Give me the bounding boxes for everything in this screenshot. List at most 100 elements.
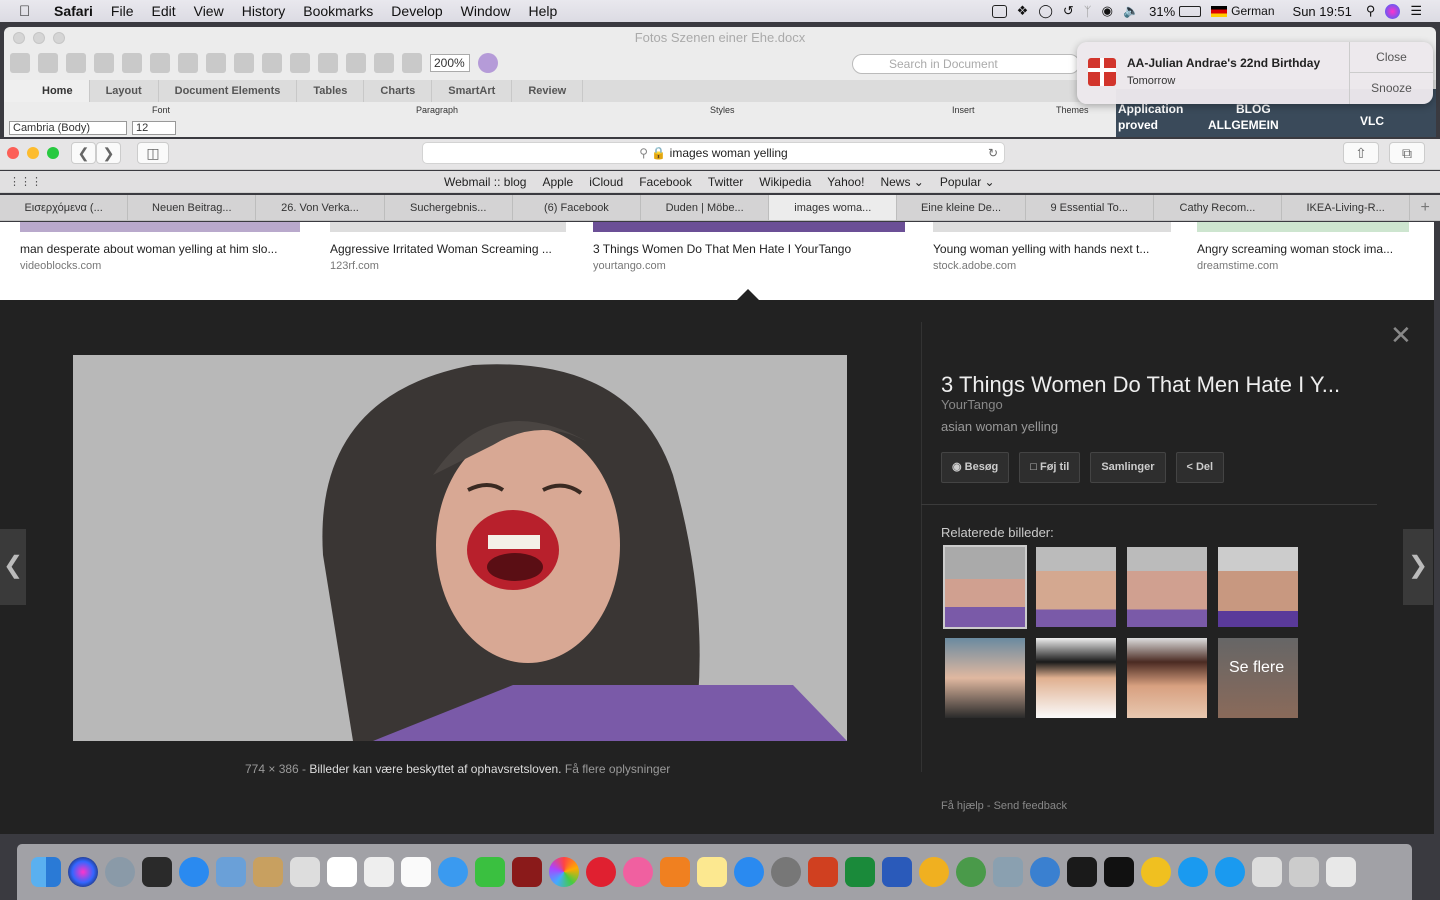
feedback-link[interactable]: Send feedback bbox=[994, 800, 1067, 812]
ribbon-tab-document-elements[interactable]: Document Elements bbox=[159, 80, 298, 102]
ribbon-tab-charts[interactable]: Charts bbox=[364, 80, 433, 102]
toolbox-icon[interactable] bbox=[402, 53, 422, 73]
save-icon[interactable] bbox=[94, 53, 114, 73]
reload-icon[interactable]: ↻ bbox=[988, 143, 998, 164]
undo-icon[interactable] bbox=[262, 53, 282, 73]
image-capture-icon[interactable] bbox=[993, 857, 1023, 887]
new-tab-button[interactable]: + bbox=[1410, 195, 1440, 220]
copy-icon[interactable] bbox=[178, 53, 198, 73]
fav-webmail[interactable]: Webmail :: blog bbox=[444, 175, 526, 189]
result-title[interactable]: Young woman yelling with hands next t... bbox=[933, 242, 1171, 256]
terminal-icon[interactable] bbox=[1104, 857, 1134, 887]
siri-icon[interactable] bbox=[68, 857, 98, 887]
image-title[interactable]: 3 Things Women Do That Men Hate I Y... bbox=[941, 372, 1340, 398]
fav-popular[interactable]: Popular ⌄ bbox=[940, 175, 995, 189]
cut-icon[interactable] bbox=[150, 53, 170, 73]
powerpoint-icon[interactable] bbox=[808, 857, 838, 887]
sidebar-icon[interactable] bbox=[346, 53, 366, 73]
photos-app-icon[interactable] bbox=[364, 857, 394, 887]
skype-icon[interactable] bbox=[1178, 857, 1208, 887]
menu-window[interactable]: Window bbox=[461, 3, 511, 19]
apple-icon[interactable]:  bbox=[19, 3, 39, 20]
result-thumbnail[interactable] bbox=[330, 222, 566, 232]
messages-icon[interactable] bbox=[438, 857, 468, 887]
main-image[interactable] bbox=[73, 355, 847, 741]
related-image[interactable] bbox=[1036, 547, 1116, 627]
tab-item[interactable]: (6) Facebook bbox=[513, 195, 642, 220]
menu-file[interactable]: File bbox=[111, 3, 134, 19]
help-icon[interactable] bbox=[290, 857, 320, 887]
pilcrow-icon[interactable] bbox=[318, 53, 338, 73]
help-link[interactable]: Få hjælp bbox=[941, 800, 984, 812]
result-title[interactable]: man desperate about woman yelling at him… bbox=[20, 242, 300, 256]
menu-develop[interactable]: Develop bbox=[391, 3, 442, 19]
related-image[interactable] bbox=[1218, 547, 1298, 627]
checkbox-status-icon[interactable] bbox=[991, 4, 1007, 18]
safari-icon[interactable] bbox=[179, 857, 209, 887]
document-search-input[interactable]: Search in Document bbox=[852, 54, 1080, 74]
zoom-field[interactable]: 200% bbox=[430, 54, 470, 72]
result-thumbnail[interactable] bbox=[20, 222, 300, 232]
open-icon[interactable] bbox=[66, 53, 86, 73]
result-card[interactable]: Young woman yelling with hands next t...… bbox=[933, 222, 1171, 272]
volume-icon[interactable]: 🔈 bbox=[1123, 3, 1139, 19]
safari-close-button[interactable] bbox=[7, 147, 19, 159]
preview-icon[interactable] bbox=[216, 857, 246, 887]
previous-image-button[interactable]: ❮ bbox=[0, 529, 26, 605]
activity-monitor-icon[interactable] bbox=[1067, 857, 1097, 887]
safari-minimize-button[interactable] bbox=[27, 147, 39, 159]
new-icon[interactable] bbox=[10, 53, 30, 73]
tab-item[interactable]: IKEA-Living-R... bbox=[1282, 195, 1411, 220]
reminders-icon[interactable] bbox=[401, 857, 431, 887]
notes-icon[interactable] bbox=[697, 857, 727, 887]
flag-icon[interactable] bbox=[1211, 5, 1228, 17]
users-icon[interactable] bbox=[1030, 857, 1060, 887]
word-zoom-button[interactable] bbox=[53, 32, 65, 44]
itunes-icon[interactable] bbox=[623, 857, 653, 887]
app-store-icon[interactable] bbox=[734, 857, 764, 887]
keyboard-icon[interactable] bbox=[1252, 857, 1282, 887]
downloads-icon[interactable] bbox=[1289, 857, 1319, 887]
result-thumbnail[interactable] bbox=[933, 222, 1171, 232]
close-viewer-icon[interactable]: ✕ bbox=[1390, 320, 1412, 351]
word-minimize-button[interactable] bbox=[33, 32, 45, 44]
result-card[interactable]: man desperate about woman yelling at him… bbox=[20, 222, 300, 272]
excel-icon[interactable] bbox=[845, 857, 875, 887]
result-title[interactable]: Angry screaming woman stock ima... bbox=[1197, 242, 1409, 256]
word-icon[interactable] bbox=[882, 857, 912, 887]
ibooks-icon[interactable] bbox=[660, 857, 690, 887]
tab-item[interactable]: Cathy Recom... bbox=[1154, 195, 1283, 220]
menu-view[interactable]: View bbox=[194, 3, 224, 19]
menu-bookmarks[interactable]: Bookmarks bbox=[303, 3, 373, 19]
tab-item[interactable]: 9 Essential To... bbox=[1026, 195, 1154, 220]
photos-icon[interactable] bbox=[549, 857, 579, 887]
share-button[interactable]: < Del bbox=[1175, 452, 1225, 483]
fav-facebook[interactable]: Facebook bbox=[639, 175, 692, 189]
tab-item[interactable]: 26. Von Verka... bbox=[256, 195, 385, 220]
font-name-select[interactable]: Cambria (Body) bbox=[9, 121, 127, 135]
related-image[interactable] bbox=[945, 638, 1025, 718]
tab-item[interactable]: Neuen Beitrag... bbox=[128, 195, 257, 220]
share-icon[interactable]: ⇧ bbox=[1343, 142, 1379, 164]
paste-icon[interactable] bbox=[206, 53, 226, 73]
grid-icon[interactable]: ⋮⋮⋮ bbox=[9, 175, 42, 188]
related-image[interactable] bbox=[1127, 638, 1207, 718]
related-image[interactable] bbox=[943, 545, 1027, 629]
clock[interactable]: Sun 19:51 bbox=[1293, 4, 1352, 19]
input-language[interactable]: German bbox=[1231, 4, 1274, 18]
more-info-link[interactable]: Få flere oplysninger bbox=[565, 762, 670, 776]
related-image[interactable] bbox=[1036, 638, 1116, 718]
menu-edit[interactable]: Edit bbox=[151, 3, 175, 19]
see-more-label[interactable]: Se flere bbox=[1229, 659, 1284, 677]
gallery-icon[interactable] bbox=[374, 53, 394, 73]
result-thumbnail[interactable] bbox=[593, 222, 905, 232]
next-image-button[interactable]: ❯ bbox=[1403, 529, 1433, 605]
finder-icon[interactable] bbox=[31, 857, 61, 887]
result-title[interactable]: Aggressive Irritated Woman Screaming ... bbox=[330, 242, 566, 256]
print-icon[interactable] bbox=[122, 53, 142, 73]
result-title[interactable]: 3 Things Women Do That Men Hate I YourTa… bbox=[593, 242, 905, 256]
fav-wikipedia[interactable]: Wikipedia bbox=[759, 175, 811, 189]
word-close-button[interactable] bbox=[13, 32, 25, 44]
related-image[interactable] bbox=[1127, 547, 1207, 627]
contacts-icon[interactable] bbox=[253, 857, 283, 887]
